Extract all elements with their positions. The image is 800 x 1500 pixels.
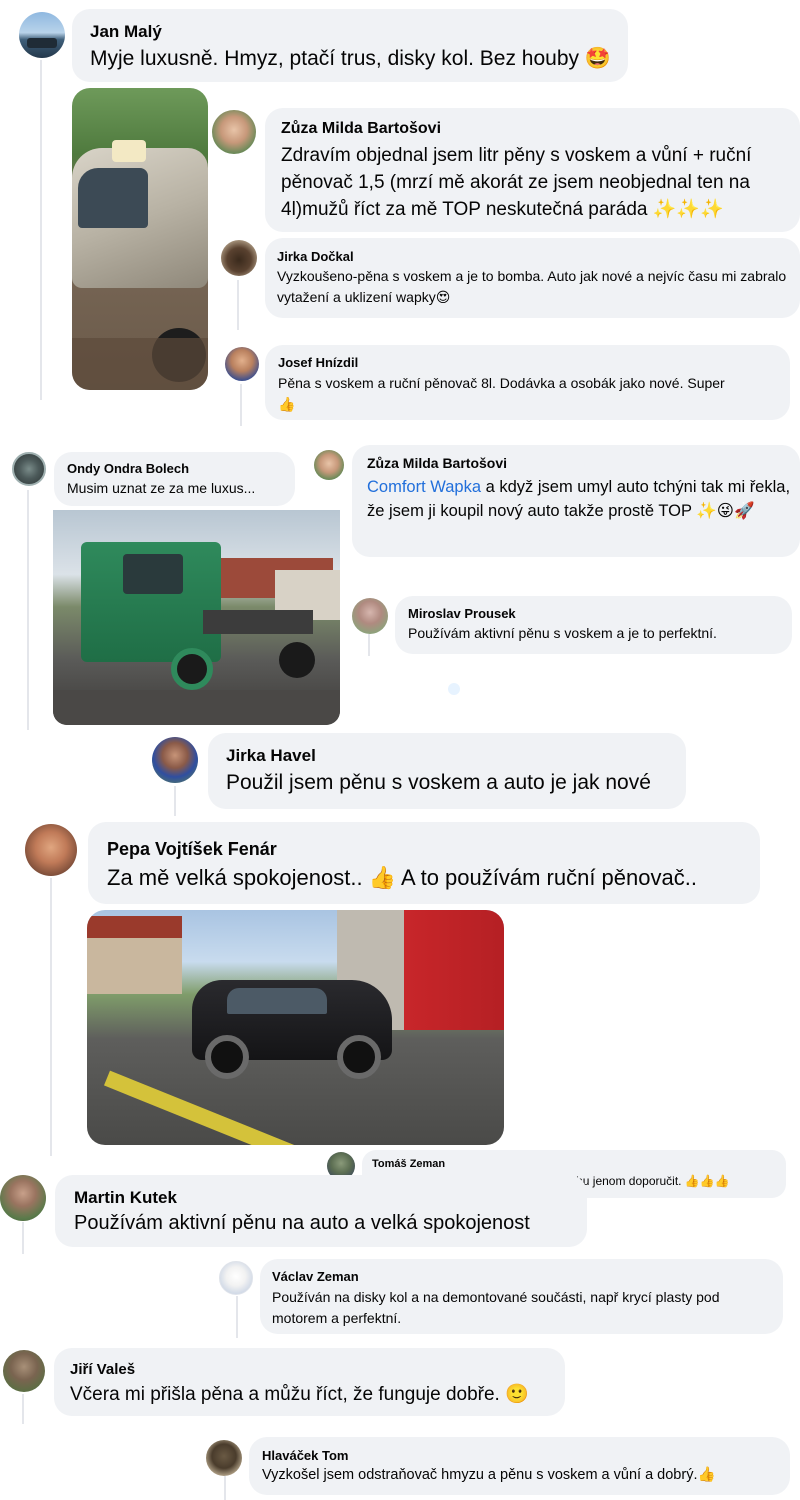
suv-window	[227, 988, 327, 1014]
avatar[interactable]	[25, 824, 77, 876]
avatar[interactable]	[0, 1175, 46, 1221]
avatar[interactable]	[225, 347, 259, 381]
thread-line	[40, 60, 42, 400]
avatar[interactable]	[12, 452, 46, 486]
thread-line	[237, 280, 239, 330]
comment-bubble: Jirka Havel Použil jsem pěnu s voskem a …	[208, 733, 686, 809]
yellow-curb	[104, 1070, 296, 1145]
suv-wheel	[205, 1035, 249, 1079]
thumbs-up-emoji-icon: 👍	[278, 396, 296, 412]
commenter-name[interactable]: Hlaváček Tom	[262, 1448, 348, 1463]
comment-bubble: Zůza Milda Bartošovi Zdravím objednal js…	[265, 108, 800, 232]
commenter-name[interactable]: Jirka Dočkal	[277, 249, 354, 264]
comment-text-block: Zdravím objednal jsem litr pěny s voskem…	[281, 142, 791, 223]
comment-bubble: Pepa Vojtíšek Fenár Za mě velká spokojen…	[88, 822, 760, 904]
comment-bubble: Miroslav Prousek Používám aktivní pěnu s…	[395, 596, 792, 654]
thread-line	[22, 1394, 24, 1424]
comment-bubble: Ondy Ondra Bolech Musim uznat ze za me l…	[54, 452, 295, 506]
comment-text: Vyzkošel jsem odstraňovač hmyzu a pěnu s…	[262, 1467, 698, 1483]
thread-line	[22, 1222, 24, 1254]
comment-text: Použil jsem pěnu s voskem a auto je jak …	[226, 771, 651, 794]
car-window	[78, 168, 148, 228]
commenter-name[interactable]: Václav Zeman	[272, 1269, 359, 1284]
commenter-name[interactable]: Jirka Havel	[226, 746, 316, 766]
heart-eyes-emoji-icon: 😍	[435, 289, 451, 305]
ground	[72, 338, 208, 390]
avatar[interactable]	[19, 12, 65, 58]
comment-text: Vyzkoušeno-pěna s voskem a je to bomba. …	[277, 268, 787, 305]
avatar[interactable]	[152, 737, 198, 783]
avatar[interactable]	[219, 1261, 253, 1295]
thread-line	[236, 1296, 238, 1338]
commenter-name[interactable]: Josef Hnízdil	[278, 355, 358, 370]
avatar[interactable]	[3, 1350, 45, 1392]
thread-line	[50, 878, 52, 1156]
star-struck-emoji-icon: 🤩	[584, 47, 612, 70]
house-left-roof	[87, 916, 182, 938]
comment-bubble: Jirka Dočkal Vyzkoušeno-pěna s voskem a …	[265, 238, 800, 318]
comment-bubble: Josef Hnízdil Pěna s voskem a ruční pěno…	[265, 345, 790, 420]
smile-emoji-icon: 🙂	[505, 1384, 529, 1405]
truck-wheel	[279, 642, 315, 678]
thread-line	[240, 384, 242, 426]
commenter-name[interactable]: Jan Malý	[90, 22, 162, 42]
thread-line	[368, 634, 370, 656]
avatar-silhouette	[27, 38, 57, 48]
typing-indicator-dot	[448, 683, 460, 695]
comment-text-block: Comfort Wapka a když jsem umyl auto tchý…	[367, 475, 792, 523]
commenter-name[interactable]: Pepa Vojtíšek Fenár	[107, 839, 277, 860]
comment-text: Používám aktivní pěnu s voskem a je to p…	[408, 625, 717, 641]
thread-line	[224, 1476, 226, 1500]
comment-bubble: Zůza Milda Bartošovi Comfort Wapka a kdy…	[352, 445, 800, 557]
comment-text: Pěna s voskem a ruční pěnovač 8l. Dodávk…	[278, 375, 725, 391]
comment-text-block: Pěna s voskem a ruční pěnovač 8l. Dodávk…	[278, 373, 783, 415]
truck-bed	[203, 610, 313, 634]
silver-car-photo[interactable]	[72, 88, 208, 390]
comment-bubble: Václav Zeman Používán na disky kol a na …	[260, 1259, 783, 1334]
sparkles-wink-rocket-emoji-icon: ✨😜🚀	[696, 502, 755, 520]
commenter-name[interactable]: Tomáš Zeman	[372, 1158, 445, 1170]
comment-text-line: Za mě velká spokojenost.. 👍 A to používá…	[107, 865, 697, 891]
comment-text: Používám aktivní pěnu na auto a velká sp…	[74, 1212, 530, 1234]
truck-window	[123, 554, 183, 594]
commenter-name[interactable]: Ondy Ondra Bolech	[67, 461, 189, 476]
mention-link[interactable]: Comfort Wapka	[367, 478, 481, 496]
comment-bubble: Jiří Valeš Včera mi přišla pěna a můžu ř…	[54, 1348, 565, 1416]
suv-wheel	[337, 1035, 381, 1079]
avatar[interactable]	[352, 598, 388, 634]
comment-text-line: Vyzkošel jsem odstraňovač hmyzu a pěnu s…	[262, 1466, 716, 1483]
avatar[interactable]	[314, 450, 344, 480]
avatar[interactable]	[212, 110, 256, 154]
foam-bottles	[112, 140, 146, 162]
thumbs-up-emoji-icon: 👍👍👍	[684, 1174, 730, 1188]
comment-bubble: Hlaváček Tom Vyzkošel jsem odstraňovač h…	[249, 1437, 790, 1495]
comment-text-block: Vyzkoušeno-pěna s voskem a je to bomba. …	[277, 266, 797, 308]
thread-line	[174, 786, 176, 816]
comment-text: Používán na disky kol a na demontované s…	[272, 1289, 720, 1326]
commenter-name[interactable]: Zůza Milda Bartošovi	[367, 455, 507, 471]
commenter-name[interactable]: Martin Kutek	[74, 1188, 177, 1208]
avatar[interactable]	[221, 240, 257, 276]
commenter-name[interactable]: Jiří Valeš	[70, 1361, 135, 1378]
comment-bubble: Jan Malý Myje luxusně. Hmyz, ptačí trus,…	[72, 9, 628, 82]
sparkles-emoji-icon: ✨✨✨	[652, 199, 724, 220]
commenter-name[interactable]: Zůza Milda Bartošovi	[281, 120, 441, 138]
black-suv-photo[interactable]	[87, 910, 504, 1145]
thread-line	[27, 490, 29, 730]
comment-text: Musim uznat ze za me luxus...	[67, 480, 256, 496]
comment-bubble: Martin Kutek Používám aktivní pěnu na au…	[55, 1175, 587, 1247]
comment-text-line: Myje luxusně. Hmyz, ptačí trus, disky ko…	[90, 47, 611, 71]
thumbs-up-emoji-icon: 👍	[368, 865, 397, 890]
comment-text: Za mě velká spokojenost..	[107, 865, 363, 890]
comment-text-continued: A to používám ruční pěnovač..	[396, 865, 697, 890]
comment-text: Myje luxusně. Hmyz, ptačí trus, disky ko…	[90, 47, 580, 70]
avatar[interactable]	[206, 1440, 242, 1476]
gravel-ground	[53, 690, 340, 725]
commenter-name[interactable]: Miroslav Prousek	[408, 606, 516, 621]
green-truck-photo[interactable]	[53, 510, 340, 725]
thumbs-up-emoji-icon: 👍	[697, 1467, 716, 1483]
comment-text-line: Včera mi přišla pěna a můžu říct, že fun…	[70, 1382, 529, 1406]
truck-wheel	[171, 648, 213, 690]
comment-text: Včera mi přišla pěna a můžu říct, že fun…	[70, 1384, 500, 1405]
